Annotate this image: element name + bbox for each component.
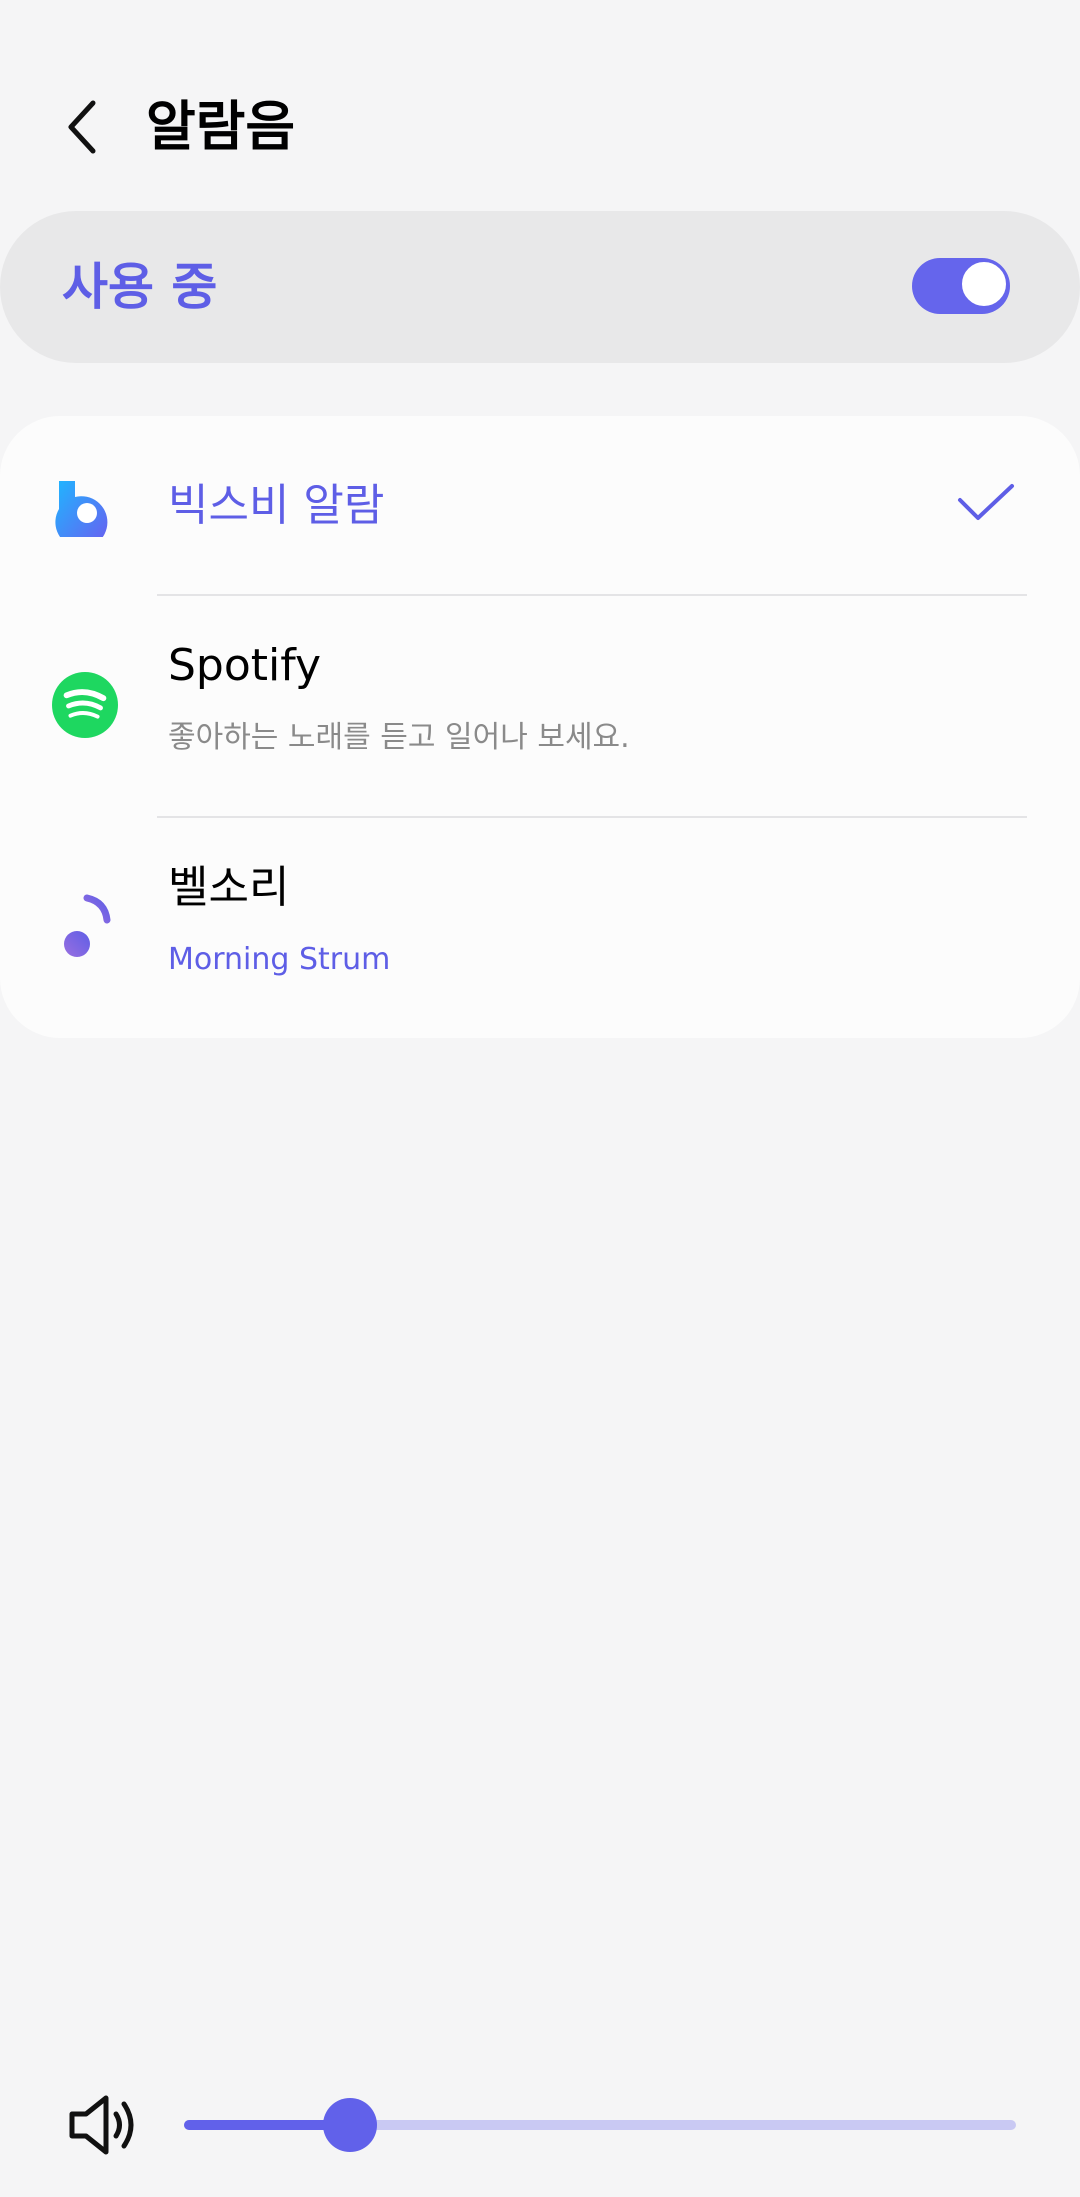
list-item-title: 빅스비 알람 (168, 480, 385, 531)
master-toggle[interactable] (912, 258, 1010, 314)
back-arrow-icon (68, 100, 96, 154)
list-item-ringtone[interactable]: 벨소리 Morning Strum (0, 818, 1080, 1038)
master-switch-row[interactable]: 사용 중 (0, 211, 1080, 363)
list-item-title: 벨소리 (168, 862, 290, 913)
list-item-subtitle: Morning Strum (168, 942, 391, 977)
volume-slider[interactable] (184, 2098, 1016, 2152)
alarm-sound-list: 빅스비 알람 Spotify 좋아하는 노래를 듣고 일어나 보세요. 벨소리 … (0, 416, 1080, 1038)
volume-slider-thumb[interactable] (323, 2098, 377, 2152)
list-item-subtitle: 좋아하는 노래를 듣고 일어나 보세요. (168, 720, 630, 755)
page-title: 알람음 (146, 95, 296, 158)
speaker-icon[interactable] (66, 2092, 140, 2158)
back-button[interactable] (52, 92, 112, 162)
list-item-bixby-alarm[interactable]: 빅스비 알람 (0, 416, 1080, 594)
music-note-icon (52, 894, 118, 960)
toggle-knob (960, 260, 1008, 308)
spotify-icon (52, 672, 118, 738)
list-item-title: Spotify (168, 640, 322, 691)
master-switch-label: 사용 중 (62, 258, 218, 316)
check-icon (958, 484, 1014, 520)
list-item-spotify[interactable]: Spotify 좋아하는 노래를 듣고 일어나 보세요. (0, 596, 1080, 816)
bixby-icon (52, 474, 118, 540)
